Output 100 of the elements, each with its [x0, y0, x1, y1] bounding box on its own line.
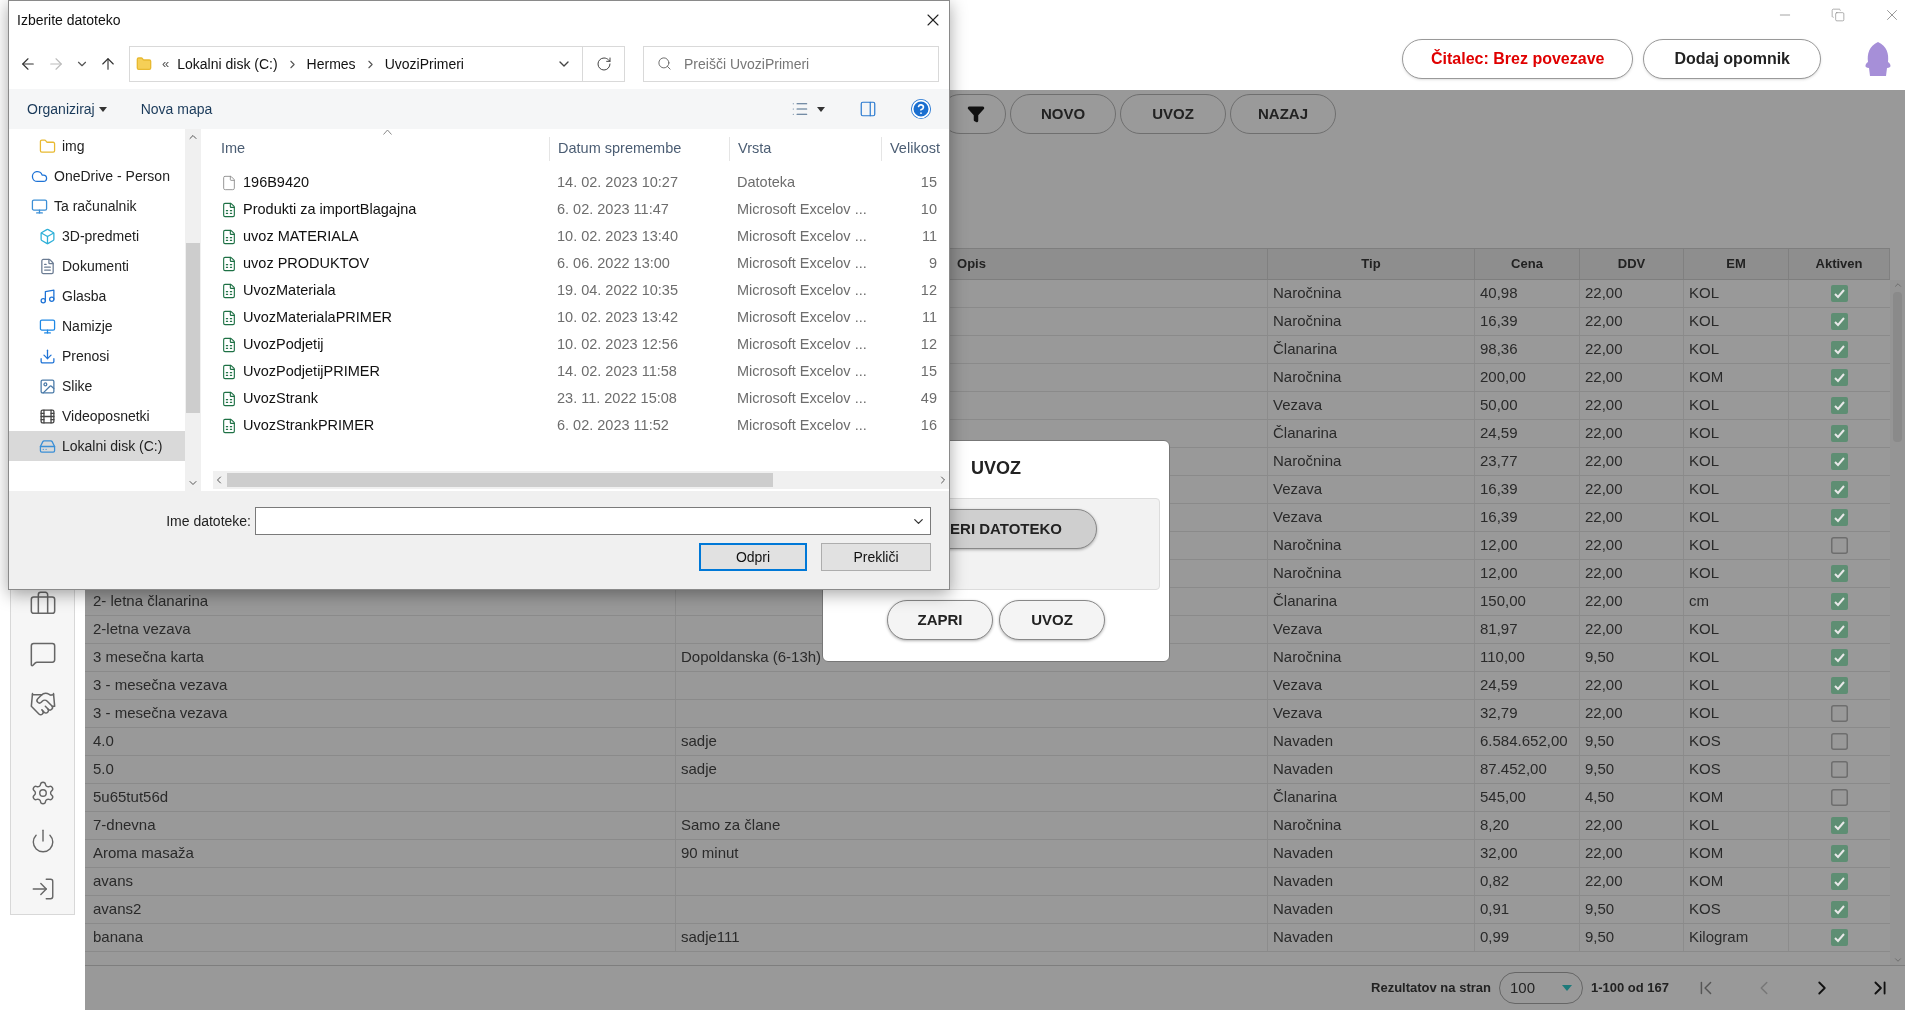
checkbox[interactable]	[1831, 677, 1848, 694]
add-reminder-button[interactable]: Dodaj opomnik	[1643, 39, 1821, 79]
nav-item[interactable]: OneDrive - Person	[9, 161, 185, 191]
checkbox[interactable]	[1831, 845, 1848, 862]
file-row[interactable]: UvozPodjetij 10. 02. 2023 12:56 Microsoft Excelov ... 12	[213, 334, 949, 356]
restore-icon[interactable]	[1831, 8, 1845, 22]
breadcrumb-item[interactable]: Hermes	[306, 53, 356, 75]
file-row[interactable]: uvoz MATERIALA 10. 02. 2023 13:40 Microsoft Excelov ... 11	[213, 226, 949, 248]
help-icon[interactable]	[911, 99, 931, 119]
checkbox[interactable]	[1831, 397, 1848, 414]
vat-cell-text: 9,50	[1585, 899, 1615, 920]
new-folder-button[interactable]: Nova mapa	[140, 98, 213, 120]
column-header[interactable]: Aktiven	[1815, 254, 1863, 274]
nav-item[interactable]: Glasba	[9, 281, 185, 311]
checkbox[interactable]	[1831, 929, 1848, 946]
scrollbar-thumb[interactable]	[227, 473, 773, 487]
toolbar-button[interactable]: NAZAJ	[1230, 94, 1336, 134]
search-field[interactable]: Preišči UvoziPrimeri	[643, 46, 939, 82]
nav-item[interactable]: img	[9, 131, 185, 161]
column-header[interactable]: Tip	[1361, 254, 1381, 274]
checkbox[interactable]	[1831, 593, 1848, 610]
checkbox[interactable]	[1831, 453, 1848, 470]
open-button[interactable]: Odpri	[699, 543, 807, 571]
checkbox[interactable]	[1831, 285, 1848, 302]
file-date: 10. 02. 2023 13:42	[556, 308, 679, 328]
file-row[interactable]: UvozStrankPRIMER 6. 02. 2023 11:52 Microsoft Excelov ... 16	[213, 415, 949, 437]
chat-icon[interactable]	[28, 640, 57, 668]
checkbox[interactable]	[1831, 621, 1848, 638]
caret-icon[interactable]	[817, 106, 825, 112]
breadcrumb-item[interactable]: UvoziPrimeri	[384, 53, 464, 75]
nav-item[interactable]: Ta računalnik	[9, 191, 185, 221]
checkbox[interactable]	[1831, 873, 1848, 890]
settings-icon[interactable]	[29, 780, 56, 806]
back-icon[interactable]	[19, 55, 37, 73]
checkbox[interactable]	[1831, 649, 1848, 666]
nav-item[interactable]: Prenosi	[9, 341, 185, 371]
file-row[interactable]: Produkti za importBlagajna 6. 02. 2023 11:47 Microsoft Excelov ... 10	[213, 199, 949, 221]
preview-pane-icon[interactable]	[859, 100, 877, 118]
vat-cell-text: 22,00	[1585, 507, 1623, 528]
checkbox[interactable]	[1831, 537, 1848, 554]
column-header[interactable]: Velikost	[881, 137, 941, 161]
unit-cell-text: KOM	[1689, 843, 1724, 864]
checkbox[interactable]	[1831, 705, 1848, 722]
unit-cell-text: KOL	[1689, 283, 1719, 304]
page-size-label: Rezultatov na stran	[1371, 979, 1491, 998]
toolbar-button[interactable]: NOVO	[1010, 94, 1116, 134]
scrollbar-thumb[interactable]	[186, 243, 200, 413]
nav-item[interactable]: Namizje	[9, 311, 185, 341]
type-cell-text: Navaden	[1273, 871, 1334, 892]
column-header[interactable]: Datum spremembe	[549, 137, 729, 161]
checkbox[interactable]	[1831, 341, 1848, 358]
address-bar[interactable]: « Lokalni disk (C:) Hermes UvoziPrimeri	[129, 46, 625, 82]
vat-cell-text: 22,00	[1585, 423, 1623, 444]
column-header[interactable]: Cena	[1511, 254, 1543, 274]
file-row[interactable]: UvozMaterialaPRIMER 10. 02. 2023 13:42 Microsoft Excelov ... 11	[213, 307, 949, 329]
reader-status-button[interactable]: Čitalec: Brez povezave	[1402, 39, 1634, 79]
checkbox[interactable]	[1831, 425, 1848, 442]
forward-icon[interactable]	[47, 55, 65, 73]
checkbox[interactable]	[1831, 509, 1848, 526]
nav-item[interactable]: 3D-predmeti	[9, 221, 185, 251]
dialog-button[interactable]: ZAPRI	[887, 600, 993, 640]
unit-cell-text: KOL	[1689, 451, 1719, 472]
nav-item[interactable]: Dokumenti	[9, 251, 185, 281]
file-row[interactable]: UvozMateriala 19. 04. 2022 10:35 Microsoft Excelov ... 12	[213, 280, 949, 302]
file-name: Produkti za importBlagajna	[243, 200, 417, 220]
sort-caret-icon	[383, 129, 392, 135]
column-header[interactable]: Opis	[957, 254, 986, 274]
file-row[interactable]: uvoz PRODUKTOV 6. 06. 2022 13:00 Microsoft Excelov ... 9	[213, 253, 949, 275]
column-header[interactable]: Ime	[213, 137, 549, 161]
checkbox[interactable]	[1831, 901, 1848, 918]
file-name: UvozMateriala	[243, 281, 336, 301]
checkbox[interactable]	[1831, 565, 1848, 582]
vat-cell-text: 22,00	[1585, 311, 1623, 332]
checkbox[interactable]	[1831, 789, 1848, 806]
handshake-icon[interactable]	[28, 690, 57, 718]
organize-menu[interactable]: Organiziraj	[27, 98, 107, 120]
filename-field[interactable]	[255, 507, 931, 535]
checkbox[interactable]	[1831, 369, 1848, 386]
checkbox[interactable]	[1831, 733, 1848, 750]
refresh-icon[interactable]	[595, 56, 612, 72]
breadcrumb-item[interactable]: Lokalni disk (C:)	[177, 53, 278, 75]
nav-item[interactable]: Videoposnetki	[9, 401, 185, 431]
column-header[interactable]: Vrsta	[729, 137, 881, 161]
toolbar-button[interactable]: UVOZ	[1120, 94, 1226, 134]
checkbox[interactable]	[1831, 817, 1848, 834]
checkbox[interactable]	[1831, 481, 1848, 498]
checkbox[interactable]	[1831, 761, 1848, 778]
nav-item[interactable]: Lokalni disk (C:)	[9, 431, 185, 461]
cancel-button[interactable]: Prekliči	[821, 543, 931, 571]
column-header[interactable]: DDV	[1617, 254, 1646, 274]
file-row[interactable]: UvozStrank 23. 11. 2022 15:08 Microsoft Excelov ... 49	[213, 388, 949, 410]
dialog-button[interactable]: UVOZ	[999, 600, 1105, 640]
file-row[interactable]: UvozPodjetijPRIMER 14. 02. 2023 11:58 Microsoft Excelov ... 15	[213, 361, 949, 383]
view-options-icon[interactable]	[791, 100, 809, 118]
file-row[interactable]: 196B9420 14. 02. 2023 10:27 Datoteka 15	[213, 172, 949, 194]
name-cell-text: 2- letna članarina	[93, 591, 209, 612]
up-icon[interactable]	[99, 55, 117, 73]
nav-item[interactable]: Slike	[9, 371, 185, 401]
checkbox[interactable]	[1831, 313, 1848, 330]
column-header[interactable]: EM	[1726, 254, 1746, 274]
